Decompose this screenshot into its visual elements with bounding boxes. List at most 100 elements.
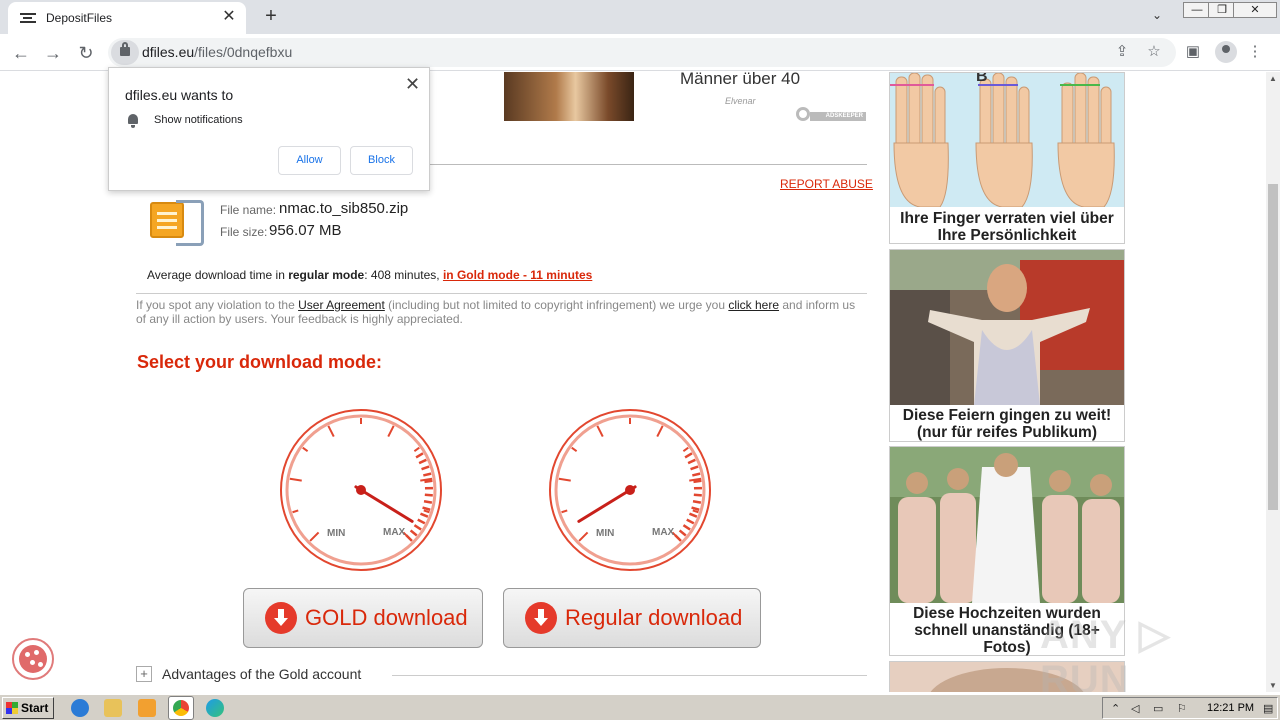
ad-top-image[interactable] <box>504 72 634 121</box>
ad-top-source: Elvenar <box>725 96 756 106</box>
right-ad-celebrations[interactable]: Diese Feiern gingen zu weit! (nur für re… <box>889 249 1125 442</box>
regular-mode-label: regular mode <box>288 268 365 282</box>
scroll-down-arrow-icon[interactable]: ▼ <box>1269 681 1277 690</box>
user-agreement-link[interactable]: User Agreement <box>298 298 385 312</box>
menu-kebab-icon[interactable]: ⋮ <box>1245 42 1265 62</box>
gauge-needle-hub <box>356 485 366 495</box>
ad-weddings-image <box>890 447 1124 603</box>
close-popup-icon[interactable]: ✕ <box>405 74 420 95</box>
file-size: 956.07 MB <box>269 222 342 239</box>
forward-arrow-icon[interactable]: → <box>41 41 65 65</box>
url-path: /files/0dnqefbxu <box>194 44 293 60</box>
zip-archive-icon <box>150 200 206 248</box>
gauge-red-zone-tick <box>423 500 433 504</box>
notification-permission-popup: dfiles.eu wants to ✕ Show notifications … <box>108 67 430 191</box>
media-player-icon[interactable] <box>138 699 156 717</box>
tab-depositfiles[interactable]: DepositFiles ✕ <box>8 2 246 34</box>
scroll-up-arrow-icon[interactable]: ▲ <box>1269 74 1277 83</box>
minimize-button[interactable]: — <box>1183 2 1211 18</box>
ad-bride-image <box>890 250 1124 405</box>
click-here-link[interactable]: click here <box>728 298 779 312</box>
file-name: nmac.to_sib850.zip <box>279 200 409 217</box>
gold-download-label: GOLD download <box>305 605 468 630</box>
cookie-icon <box>19 645 47 673</box>
anyrun-watermark: ANY ▷ RUN <box>1040 613 1171 692</box>
site-info-button[interactable] <box>111 40 139 65</box>
screen: DepositFiles ✕ + ⌄ — ❐ ✕ ← → ↻ dfiles.eu… <box>0 0 1280 720</box>
avg-time-prefix: Average download time in <box>147 268 289 282</box>
lock-icon <box>120 42 130 56</box>
depositfiles-favicon-icon <box>20 13 36 23</box>
maximize-button[interactable]: ❐ <box>1208 2 1236 18</box>
gauge-red-zone-tick <box>424 493 433 497</box>
permission-title: dfiles.eu wants to <box>125 87 234 103</box>
gold-download-button[interactable]: GOLD download <box>243 588 483 648</box>
tab-close-icon[interactable]: ✕ <box>220 8 238 26</box>
permission-description: Show notifications <box>154 114 243 126</box>
tab-search-chevron-icon[interactable]: ⌄ <box>1152 8 1162 22</box>
internet-explorer-icon[interactable] <box>71 699 89 717</box>
ad-celebrations-caption: Diese Feiern gingen zu weit! (nur für re… <box>902 407 1112 441</box>
regular-download-label: Regular download <box>565 605 743 630</box>
address-bar[interactable]: dfiles.eu/files/0dnqefbxu <box>108 38 1176 67</box>
download-arrow-icon <box>265 602 297 634</box>
chrome-taskbar-button[interactable] <box>168 696 194 720</box>
gauge-red-zone-tick <box>423 472 432 477</box>
notice-text: (including but not limited to copyright … <box>384 298 729 312</box>
gauge-min-label: MIN <box>327 528 345 539</box>
volume-icon[interactable]: ◁ <box>1131 702 1139 715</box>
windows-flag-icon <box>6 702 18 714</box>
notification-icon[interactable]: ▤ <box>1263 702 1273 715</box>
browser-tab-bar: DepositFiles ✕ + ⌄ — ❐ ✕ <box>0 0 1280 34</box>
regular-download-button[interactable]: Regular download <box>503 588 761 648</box>
tab-title: DepositFiles <box>46 11 113 25</box>
new-tab-button[interactable]: + <box>260 5 282 27</box>
network-icon[interactable]: ▭ <box>1153 702 1163 715</box>
windows-taskbar: Start ⌃ ◁ ▭ ⚐ 12:21 PM ▤ <box>0 694 1280 720</box>
ad-top-headline[interactable]: Männer über 40 <box>680 72 800 89</box>
back-arrow-icon[interactable]: ← <box>9 41 33 65</box>
ad-fingers-caption: Ihre Finger verraten viel über Ihre Pers… <box>900 210 1114 244</box>
regular-gauge-graphic: MIN MAX <box>549 409 711 571</box>
report-abuse-link[interactable]: REPORT ABUSE <box>780 177 873 191</box>
gauge-red-zone-tick <box>692 500 702 504</box>
side-panel-icon[interactable]: ▣ <box>1183 42 1203 62</box>
gauge-red-zone-tick <box>693 479 702 484</box>
profile-avatar-icon[interactable] <box>1215 41 1237 63</box>
average-download-time: Average download time in regular mode: 4… <box>147 268 592 282</box>
page-scrollbar[interactable]: ▲ ▼ <box>1266 72 1280 692</box>
edge-icon[interactable] <box>206 699 224 717</box>
file-name-label: File name: <box>220 203 277 217</box>
clock: 12:21 PM <box>1207 702 1255 714</box>
action-center-flag-icon[interactable]: ⚐ <box>1177 702 1187 715</box>
allow-button[interactable]: Allow <box>278 146 341 175</box>
divider <box>392 675 867 676</box>
tray-expand-icon[interactable]: ⌃ <box>1111 702 1120 715</box>
gauge-needle-hub <box>625 485 635 495</box>
url-text: dfiles.eu/files/0dnqefbxu <box>142 44 292 60</box>
cookie-settings-button[interactable] <box>12 638 54 680</box>
browser-toolbar: ← → ↻ dfiles.eu/files/0dnqefbxu ⇪ ☆ ▣ ⋮ <box>0 34 1280 71</box>
start-button[interactable]: Start <box>2 697 54 719</box>
block-button[interactable]: Block <box>350 146 413 175</box>
bookmark-star-icon[interactable]: ☆ <box>1144 42 1164 62</box>
gauge-max-label: MAX <box>652 527 675 538</box>
adskeeper-key-icon <box>796 107 810 121</box>
scrollbar-thumb[interactable] <box>1268 184 1278 510</box>
adskeeper-logo: ADSKEEPER <box>796 107 866 121</box>
gold-mode-link[interactable]: in Gold mode - 11 minutes <box>443 268 592 282</box>
gold-gauge-graphic: MIN MAX <box>280 409 442 571</box>
gauge-red-zone-tick <box>693 493 702 497</box>
share-icon[interactable]: ⇪ <box>1112 42 1132 62</box>
file-explorer-icon[interactable] <box>104 699 122 717</box>
select-mode-heading: Select your download mode: <box>137 352 383 372</box>
reload-icon[interactable]: ↻ <box>74 41 98 65</box>
gold-speed-gauge: MIN MAX <box>279 408 443 572</box>
system-tray: ⌃ ◁ ▭ ⚐ 12:21 PM ▤ <box>1102 697 1278 719</box>
close-window-button[interactable]: ✕ <box>1233 2 1277 18</box>
adskeeper-label: ADSKEEPER <box>810 112 866 121</box>
regular-mode-time: : 408 minutes, <box>364 268 443 282</box>
url-host: dfiles.eu <box>142 44 195 60</box>
gauge-red-zone-tick <box>424 479 433 484</box>
right-ad-fingers[interactable]: B Ihre Finger verraten viel über Ihre Pe… <box>889 72 1125 244</box>
